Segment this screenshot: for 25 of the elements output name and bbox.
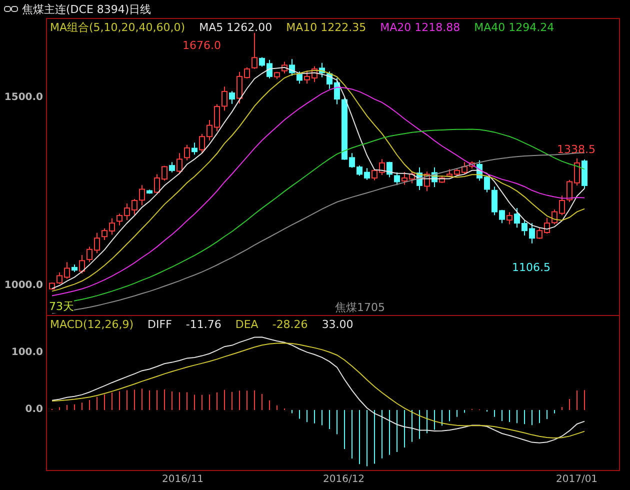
macd-legend-text: DIFF (148, 318, 172, 331)
macd-legend-text: 33.00 (322, 318, 354, 331)
legend-text: MA组合(5,10,20,40,60,0) (50, 21, 186, 34)
contract-label: 焦煤1705 (335, 301, 385, 314)
legend-text: MA40 1294.24 (474, 21, 554, 34)
legend-text: MA10 1222.35 (286, 21, 366, 34)
chain-link-icon (4, 5, 18, 13)
high-price-label: 1676.0 (182, 38, 221, 52)
legend-text: MA20 1218.88 (380, 21, 460, 34)
date-label: 2016/12 (323, 474, 365, 485)
days-label: 73天 (49, 300, 74, 313)
legend-text: MA5 1262.00 (199, 21, 272, 34)
macd-axis-label: 100.0 (11, 347, 43, 359)
price-axis-label: 1000.0 (4, 280, 43, 292)
recent-high-label: 1338.5 (557, 142, 596, 156)
macd-legend-text: DEA (235, 318, 258, 331)
macd-legend-text: -28.26 (272, 318, 308, 331)
macd-axis-label: 0.0 (25, 404, 43, 416)
low-price-label: 1106.5 (512, 260, 550, 274)
price-axis-label: 1500.0 (4, 92, 43, 104)
macd-legend-text: MACD(12,26,9) (50, 318, 134, 331)
macd-legend-text: -11.76 (186, 318, 222, 331)
date-label: 2016/11 (162, 474, 204, 485)
chart-title: 焦煤主连(DCE 8394)日线 (22, 2, 152, 16)
date-label: 2017/01 (556, 474, 598, 485)
